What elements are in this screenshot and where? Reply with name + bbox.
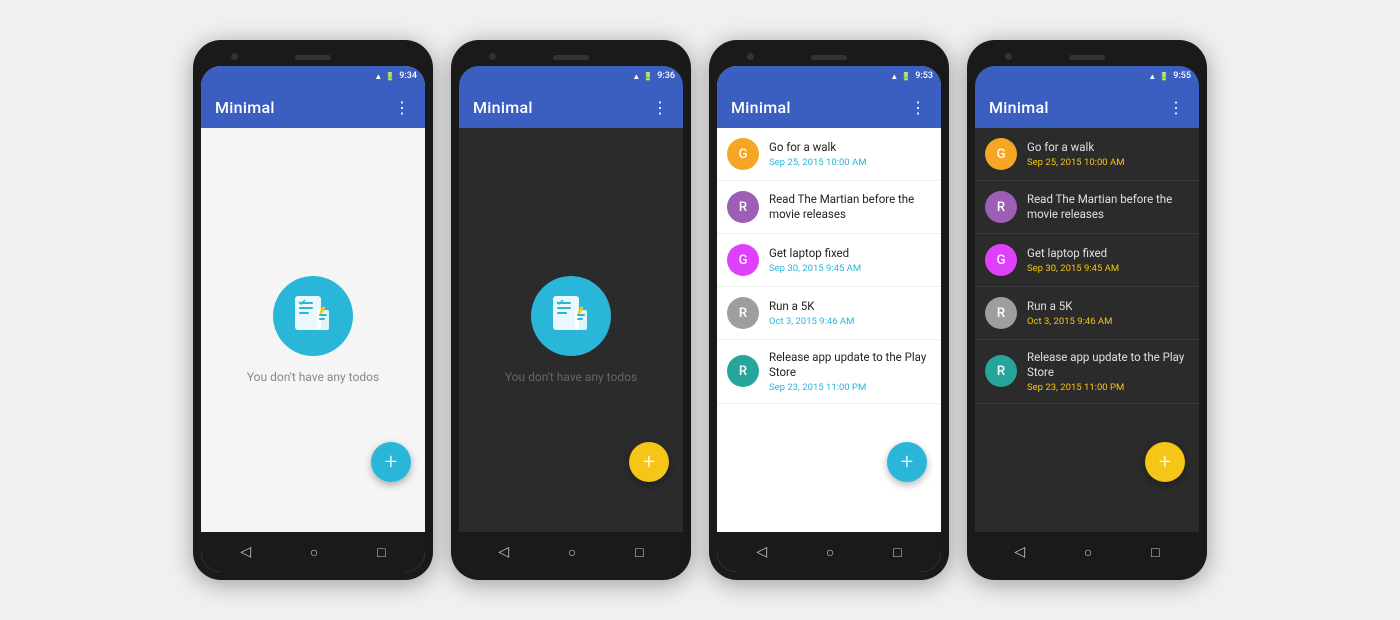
overflow-menu-button[interactable]: ⋮ <box>1168 98 1185 117</box>
recents-button[interactable]: □ <box>1151 544 1159 561</box>
todo-title: Release app update to the Play Store <box>769 350 931 380</box>
todo-date: Sep 23, 2015 11:00 PM <box>769 382 931 393</box>
back-button[interactable]: ◁ <box>498 544 509 560</box>
nav-bar: ◁ ○ □ <box>717 532 941 572</box>
fab-add-button[interactable]: + <box>371 442 411 482</box>
overflow-menu-button[interactable]: ⋮ <box>394 98 411 117</box>
fab-add-button[interactable]: + <box>887 442 927 482</box>
fab-add-button[interactable]: + <box>1145 442 1185 482</box>
signal-icon: ▲ <box>374 72 382 81</box>
todo-date: Oct 3, 2015 9:46 AM <box>1027 316 1189 327</box>
todo-title: Go for a walk <box>769 140 931 155</box>
list-item[interactable]: R Read The Martian before the movie relea… <box>717 181 941 234</box>
battery-icon: 🔋 <box>1159 72 1169 81</box>
avatar: R <box>985 355 1017 387</box>
fab-add-button[interactable]: + <box>629 442 669 482</box>
status-bar: ▲🔋 9:34 <box>201 66 425 86</box>
status-time: 9:34 <box>399 71 417 81</box>
home-button[interactable]: ○ <box>310 544 318 561</box>
avatar: R <box>985 191 1017 223</box>
list-item[interactable]: R Run a 5K Oct 3, 2015 9:46 AM <box>975 287 1199 340</box>
list-item[interactable]: R Run a 5K Oct 3, 2015 9:46 AM <box>717 287 941 340</box>
signal-icon: ▲ <box>1148 72 1156 81</box>
status-time: 9:36 <box>657 71 675 81</box>
status-bar: ▲🔋 9:36 <box>459 66 683 86</box>
home-button[interactable]: ○ <box>826 544 834 561</box>
todo-date: Sep 30, 2015 9:45 AM <box>769 263 931 274</box>
todo-title: Read The Martian before the movie releas… <box>1027 192 1189 222</box>
avatar: G <box>985 244 1017 276</box>
back-button[interactable]: ◁ <box>756 544 767 560</box>
recents-button[interactable]: □ <box>377 544 385 561</box>
avatar: R <box>727 355 759 387</box>
phone-phone1: ▲🔋 9:34 Minimal ⋮ You don't have any todos +… <box>193 40 433 580</box>
phone-phone2: ▲🔋 9:36 Minimal ⋮ You don't have any todos +… <box>451 40 691 580</box>
signal-icon: ▲ <box>632 72 640 81</box>
app-bar: Minimal ⋮ <box>975 86 1199 128</box>
list-item[interactable]: R Release app update to the Play Store Sep… <box>717 340 941 404</box>
battery-icon: 🔋 <box>385 72 395 81</box>
list-item[interactable]: G Go for a walk Sep 25, 2015 10:00 AM <box>717 128 941 181</box>
list-item[interactable]: R Read The Martian before the movie relea… <box>975 181 1199 234</box>
avatar: R <box>727 191 759 223</box>
avatar: R <box>985 297 1017 329</box>
avatar: G <box>727 244 759 276</box>
home-button[interactable]: ○ <box>1084 544 1092 561</box>
todo-date: Sep 25, 2015 10:00 AM <box>769 157 931 168</box>
empty-text: You don't have any todos <box>247 370 379 384</box>
nav-bar: ◁ ○ □ <box>459 532 683 572</box>
todo-date: Sep 30, 2015 9:45 AM <box>1027 263 1189 274</box>
status-time: 9:53 <box>915 71 933 81</box>
recents-button[interactable]: □ <box>635 544 643 561</box>
recents-button[interactable]: □ <box>893 544 901 561</box>
list-item[interactable]: G Get laptop fixed Sep 30, 2015 9:45 AM <box>717 234 941 287</box>
todo-title: Release app update to the Play Store <box>1027 350 1189 380</box>
app-title: Minimal <box>731 98 791 117</box>
battery-icon: 🔋 <box>643 72 653 81</box>
empty-text: You don't have any todos <box>505 370 637 384</box>
list-item[interactable]: G Go for a walk Sep 25, 2015 10:00 AM <box>975 128 1199 181</box>
overflow-menu-button[interactable]: ⋮ <box>652 98 669 117</box>
avatar: G <box>985 138 1017 170</box>
todo-title: Run a 5K <box>1027 299 1189 314</box>
app-bar: Minimal ⋮ <box>717 86 941 128</box>
app-title: Minimal <box>989 98 1049 117</box>
overflow-menu-button[interactable]: ⋮ <box>910 98 927 117</box>
nav-bar: ◁ ○ □ <box>975 532 1199 572</box>
todo-title: Get laptop fixed <box>769 246 931 261</box>
status-time: 9:55 <box>1173 71 1191 81</box>
status-bar: ▲🔋 9:53 <box>717 66 941 86</box>
app-bar: Minimal ⋮ <box>459 86 683 128</box>
back-button[interactable]: ◁ <box>1014 544 1025 560</box>
app-title: Minimal <box>473 98 533 117</box>
todo-icon <box>531 276 611 356</box>
app-bar: Minimal ⋮ <box>201 86 425 128</box>
home-button[interactable]: ○ <box>568 544 576 561</box>
list-item[interactable]: G Get laptop fixed Sep 30, 2015 9:45 AM <box>975 234 1199 287</box>
todo-date: Oct 3, 2015 9:46 AM <box>769 316 931 327</box>
todo-title: Get laptop fixed <box>1027 246 1189 261</box>
app-title: Minimal <box>215 98 275 117</box>
signal-icon: ▲ <box>890 72 898 81</box>
battery-icon: 🔋 <box>901 72 911 81</box>
todo-title: Go for a walk <box>1027 140 1189 155</box>
phone-phone4: ▲🔋 9:55 Minimal ⋮ G Go for a walk Sep 25, 2015… <box>967 40 1207 580</box>
nav-bar: ◁ ○ □ <box>201 532 425 572</box>
status-bar: ▲🔋 9:55 <box>975 66 1199 86</box>
todo-title: Read The Martian before the movie releas… <box>769 192 931 222</box>
todo-date: Sep 25, 2015 10:00 AM <box>1027 157 1189 168</box>
todo-date: Sep 23, 2015 11:00 PM <box>1027 382 1189 393</box>
todo-title: Run a 5K <box>769 299 931 314</box>
todo-icon <box>273 276 353 356</box>
back-button[interactable]: ◁ <box>240 544 251 560</box>
avatar: R <box>727 297 759 329</box>
avatar: G <box>727 138 759 170</box>
phone-phone3: ▲🔋 9:53 Minimal ⋮ G Go for a walk Sep 25, 2015… <box>709 40 949 580</box>
list-item[interactable]: R Release app update to the Play Store Sep… <box>975 340 1199 404</box>
